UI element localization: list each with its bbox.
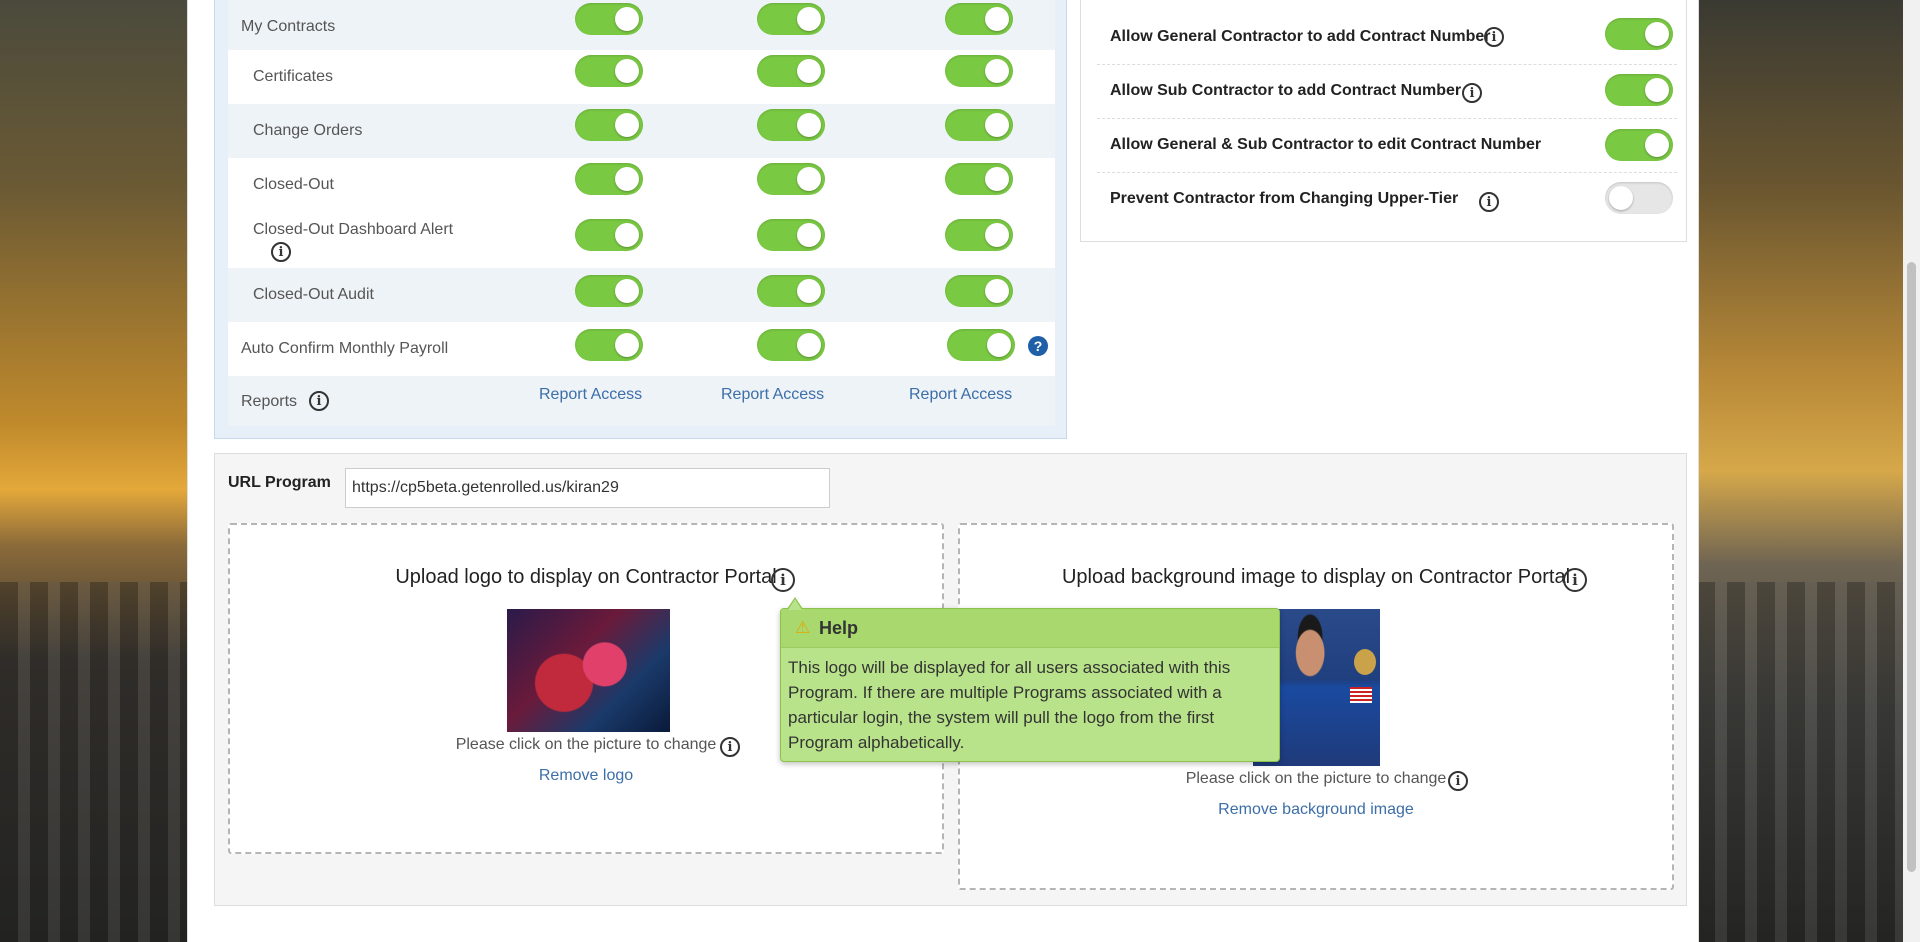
toggle-switch[interactable] bbox=[1605, 129, 1673, 161]
toggle-switch[interactable] bbox=[945, 219, 1013, 251]
background-left bbox=[0, 0, 187, 942]
toggle-switch[interactable] bbox=[575, 55, 643, 87]
setting-label: Allow General Contractor to add Contract… bbox=[1110, 28, 1491, 45]
perm-label: Closed-Out bbox=[253, 176, 334, 193]
tooltip-title: Help bbox=[819, 618, 859, 638]
toggle-switch[interactable] bbox=[575, 109, 643, 141]
toggle-switch[interactable] bbox=[757, 329, 825, 361]
perm-row-reports: Reports i Report Access Report Access Re… bbox=[228, 376, 1055, 426]
toggle-switch[interactable] bbox=[757, 163, 825, 195]
setting-row: Allow Sub Contractor to add Contract Num… bbox=[1097, 64, 1677, 119]
info-icon[interactable]: i bbox=[720, 737, 740, 757]
toggle-switch[interactable] bbox=[945, 275, 1013, 307]
perm-label: Change Orders bbox=[253, 122, 363, 139]
toggle-switch[interactable] bbox=[947, 329, 1015, 361]
perm-row-certificates: Certificates bbox=[228, 50, 1055, 104]
perm-label: Reports bbox=[241, 393, 298, 410]
perm-label: Auto Confirm Monthly Payroll bbox=[241, 340, 449, 357]
setting-row: Prevent Contractor from Changing Upper-T… bbox=[1097, 172, 1677, 226]
toggle-switch[interactable] bbox=[757, 275, 825, 307]
toggle-switch[interactable] bbox=[945, 3, 1013, 35]
report-access-link[interactable]: Report Access bbox=[721, 386, 824, 404]
permissions-panel: My Contracts Certificates Change Orders … bbox=[214, 0, 1067, 439]
remove-background-wrapper: Remove background image bbox=[960, 801, 1672, 819]
perm-label: My Contracts bbox=[241, 18, 336, 35]
info-icon[interactable]: i bbox=[1484, 27, 1504, 47]
info-icon[interactable]: i bbox=[1563, 568, 1587, 592]
scrollbar-thumb[interactable] bbox=[1907, 262, 1916, 872]
perm-row-closed-out: Closed-Out bbox=[228, 158, 1055, 212]
remove-background-link[interactable]: Remove background image bbox=[1218, 801, 1414, 818]
toggle-switch[interactable] bbox=[945, 109, 1013, 141]
perm-row-closed-out-audit: Closed-Out Audit bbox=[228, 268, 1055, 322]
toggle-switch[interactable] bbox=[757, 109, 825, 141]
remove-logo-link[interactable]: Remove logo bbox=[539, 767, 633, 784]
toggle-switch[interactable] bbox=[1605, 18, 1673, 50]
toggle-switch[interactable] bbox=[575, 219, 643, 251]
setting-label: Allow Sub Contractor to add Contract Num… bbox=[1110, 82, 1462, 99]
info-icon[interactable]: i bbox=[1448, 771, 1468, 791]
flag-graphic bbox=[1350, 687, 1372, 703]
info-icon[interactable]: i bbox=[271, 242, 291, 262]
logo-upload-title: Upload logo to display on Contractor Por… bbox=[395, 566, 777, 588]
perm-row-auto-confirm-payroll: Auto Confirm Monthly Payroll ? bbox=[228, 322, 1055, 376]
perm-label: Certificates bbox=[253, 68, 334, 85]
info-icon[interactable]: i bbox=[771, 568, 795, 592]
setting-row: Allow General & Sub Contractor to edit C… bbox=[1097, 118, 1677, 173]
info-icon[interactable]: i bbox=[1462, 83, 1482, 103]
toggle-switch[interactable] bbox=[757, 55, 825, 87]
tooltip-header: ⚠ Help bbox=[781, 609, 1279, 648]
remove-logo-wrapper: Remove logo bbox=[230, 767, 942, 785]
logo-image[interactable] bbox=[507, 609, 670, 732]
warning-icon: ⚠ bbox=[795, 618, 811, 637]
toggle-switch[interactable] bbox=[1605, 182, 1673, 214]
background-right bbox=[1697, 0, 1920, 942]
url-program-label: URL Program bbox=[228, 474, 331, 491]
report-access-link[interactable]: Report Access bbox=[909, 386, 1012, 404]
setting-label: Allow General & Sub Contractor to edit C… bbox=[1110, 136, 1542, 153]
setting-row: Allow General Contractor to add Contract… bbox=[1097, 10, 1677, 65]
toggle-switch[interactable] bbox=[945, 55, 1013, 87]
toggle-switch[interactable] bbox=[575, 329, 643, 361]
tooltip-body: This logo will be displayed for all user… bbox=[788, 658, 1231, 752]
toggle-switch[interactable] bbox=[757, 219, 825, 251]
page-scrollbar[interactable] bbox=[1903, 0, 1920, 942]
perm-row-closed-out-dashboard-alert: Closed-Out Dashboard Alert i bbox=[228, 212, 1055, 268]
background-caption: Please click on the picture to change bbox=[1185, 770, 1447, 787]
toggle-switch[interactable] bbox=[945, 163, 1013, 195]
toggle-switch[interactable] bbox=[1605, 74, 1673, 106]
toggle-switch[interactable] bbox=[575, 163, 643, 195]
toggle-switch[interactable] bbox=[575, 3, 643, 35]
toggle-switch[interactable] bbox=[575, 275, 643, 307]
perm-label: Closed-Out Audit bbox=[253, 286, 374, 303]
perm-label: Closed-Out Dashboard Alert bbox=[253, 221, 454, 238]
contract-settings-panel: Allow General Contractor to add Contract… bbox=[1080, 0, 1687, 242]
help-tooltip: ⚠ Help This logo will be displayed for a… bbox=[780, 597, 1280, 762]
setting-label: Prevent Contractor from Changing Upper-T… bbox=[1110, 190, 1459, 207]
question-help-icon[interactable]: ? bbox=[1028, 336, 1048, 356]
info-icon[interactable]: i bbox=[309, 391, 329, 411]
info-icon[interactable]: i bbox=[1479, 192, 1499, 212]
toggle-switch[interactable] bbox=[757, 3, 825, 35]
perm-row-change-orders: Change Orders bbox=[228, 104, 1055, 158]
settings-page: My Contracts Certificates Change Orders … bbox=[187, 0, 1699, 942]
patch-graphic bbox=[1354, 649, 1376, 675]
perm-row-my-contracts: My Contracts bbox=[228, 0, 1055, 54]
report-access-link[interactable]: Report Access bbox=[539, 386, 642, 404]
url-program-input[interactable] bbox=[345, 468, 830, 508]
